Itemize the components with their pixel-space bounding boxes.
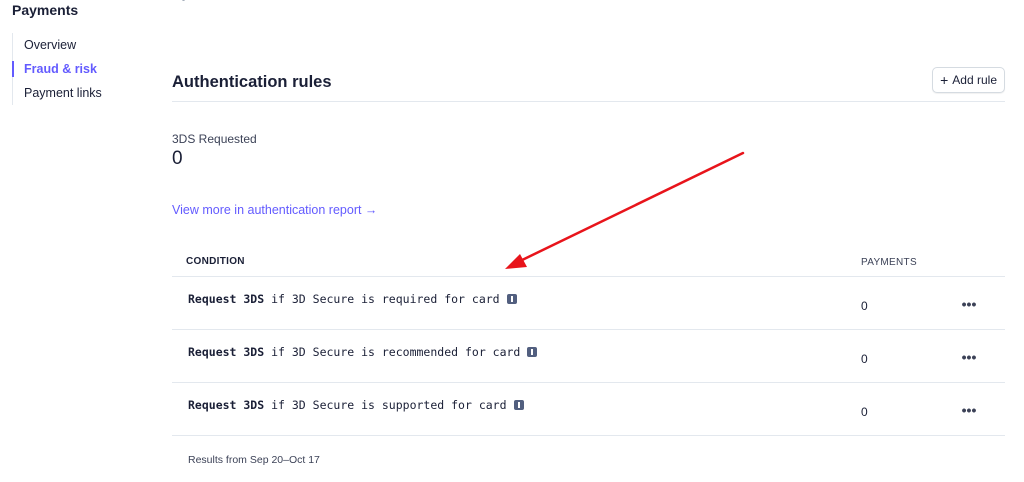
rule-condition-text: if 3D Secure is recommended for card [271,345,521,359]
add-rule-label: Add rule [952,73,997,87]
rule-condition-text: if 3D Secure is supported for card [271,398,507,412]
more-options-button[interactable]: ••• [958,347,980,367]
payments-count: 0 [861,299,868,313]
payments-count: 0 [861,405,868,419]
main-content: Authentication rules + Add rule 3DS Requ… [172,0,1006,482]
rule-action: Request 3DS [188,345,265,359]
more-options-button[interactable]: ••• [958,294,980,314]
more-options-button[interactable]: ••• [958,400,980,420]
rules-table: CONDITION PAYMENTS Request 3DS if 3D Sec… [172,246,1005,436]
plus-icon: + [940,72,949,88]
sidebar-item-label: Overview [24,38,77,52]
sidebar-item-fraud-risk[interactable]: Fraud & risk [12,57,133,81]
rule-action: Request 3DS [188,292,265,306]
table-row[interactable]: Request 3DS if 3D Secure is recommended … [172,330,1005,383]
payments-count: 0 [861,352,868,366]
sidebar-item-label: Fraud & risk [24,62,97,76]
page: Payments Overview Fraud & risk Payment l… [0,0,1024,482]
metric-value: 0 [172,148,183,169]
results-date-range: Results from Sep 20–Oct 17 [188,454,320,466]
add-rule-button[interactable]: + Add rule [932,67,1005,93]
sidebar-item-payment-links[interactable]: Payment links [13,81,133,105]
table-header: CONDITION PAYMENTS [172,246,1005,277]
section-header: Authentication rules + Add rule [172,66,1005,102]
sidebar-item-label: Payment links [24,86,102,100]
sidebar-item-overview[interactable]: Overview [13,33,133,57]
table-row[interactable]: Request 3DS if 3D Secure is supported fo… [172,383,1005,436]
sidebar-nav: Overview Fraud & risk Payment links [12,33,133,105]
info-icon[interactable] [506,294,517,304]
rule-action: Request 3DS [188,398,265,412]
info-icon[interactable] [527,347,538,357]
rule-condition: Request 3DS if 3D Secure is recommended … [188,345,538,359]
rule-condition: Request 3DS if 3D Secure is supported fo… [188,398,524,412]
table-row[interactable]: Request 3DS if 3D Secure is required for… [172,277,1005,330]
info-icon[interactable] [513,400,524,410]
sidebar-title: Payments [12,2,79,18]
column-header-payments: PAYMENTS [861,257,917,268]
metric-label: 3DS Requested [172,132,257,146]
rule-condition: Request 3DS if 3D Secure is required for… [188,292,517,306]
rule-condition-text: if 3D Secure is required for card [271,292,500,306]
divider-dot [182,0,185,1]
column-header-condition: CONDITION [186,256,245,267]
authentication-report-link[interactable]: View more in authentication report → [172,203,377,217]
page-title: Authentication rules [172,73,332,91]
